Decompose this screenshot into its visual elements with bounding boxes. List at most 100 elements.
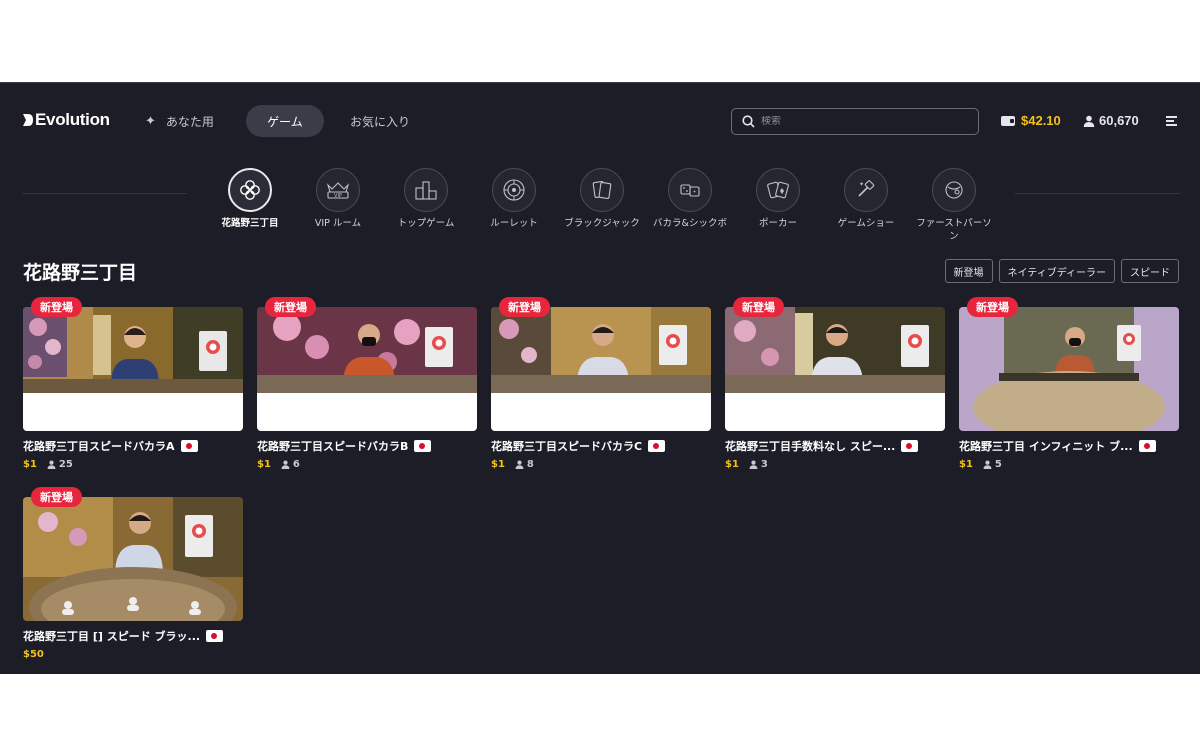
min-bet: $1 <box>23 459 37 470</box>
player-count-value: 25 <box>58 459 73 470</box>
japan-flag-icon <box>206 630 224 642</box>
first-person-icon <box>932 168 976 212</box>
game-thumbnail[interactable] <box>491 307 711 431</box>
game-thumbnail[interactable] <box>257 307 477 431</box>
category-label: バカラ&シックボ <box>653 218 727 229</box>
category-top-games[interactable]: トップゲーム <box>386 168 466 230</box>
evolution-logo[interactable]: Evolution <box>22 110 110 130</box>
category-label: 花路野三丁目 <box>221 218 279 229</box>
user-icon <box>749 460 758 469</box>
category-game-show[interactable]: ✦ ゲームショー <box>826 168 906 230</box>
poker-icon <box>756 168 800 212</box>
category-roulette[interactable]: ルーレット <box>474 168 554 230</box>
game-title: 花路野三丁目スピードバカラC <box>491 438 711 454</box>
game-title-text: 花路野三丁目スピードバカラC <box>491 440 643 453</box>
search-input[interactable] <box>761 116 961 127</box>
filter-native-dealer[interactable]: ネイティブディーラー <box>998 259 1115 283</box>
online-players: 60,670 <box>1083 113 1139 128</box>
user-icon <box>281 460 290 469</box>
search-icon <box>742 115 755 128</box>
player-count: 8 <box>515 459 534 470</box>
player-count: 5 <box>983 459 1002 470</box>
min-bet: $1 <box>959 459 973 470</box>
hanamichi-icon <box>228 168 272 212</box>
game-title: 花路野三丁目 [] スピード ブラッ... <box>23 628 243 644</box>
player-count: 6 <box>281 459 300 470</box>
app-window: Evolution ✦ あなた用 ゲーム お気に入り $42.10 <box>0 82 1200 674</box>
category-label: ファーストパーソン <box>916 218 992 242</box>
filter-speed[interactable]: スピード <box>1121 259 1179 283</box>
nav-for-you[interactable]: ✦ あなた用 <box>145 105 214 137</box>
sparkle-icon: ✦ <box>145 113 156 129</box>
category-label: ポーカー <box>758 218 797 229</box>
game-meta: $1 3 <box>725 459 945 470</box>
japan-flag-icon <box>414 440 432 452</box>
game-title-text: 花路野三丁目スピードバカラB <box>257 440 409 453</box>
player-count-value: 6 <box>292 459 300 470</box>
user-icon <box>1083 115 1095 127</box>
section-title: 花路野三丁目 <box>23 262 138 284</box>
category-first-person[interactable]: ファーストパーソン <box>914 168 994 243</box>
game-title: 花路野三丁目スピードバカラB <box>257 438 477 454</box>
category-label: VIP ルーム <box>314 218 362 229</box>
players-count: 60,670 <box>1099 113 1139 128</box>
svg-text:✦: ✦ <box>859 181 864 188</box>
game-tile-speed-blackjack[interactable]: 新登場 花路野三丁目 [] スピード ブラッ... $50 <box>23 487 243 660</box>
category-baccarat-sicbo[interactable]: バカラ&シックボ <box>650 168 730 230</box>
game-meta: $1 25 <box>23 459 243 470</box>
game-title: 花路野三丁目手数料なし スピー... <box>725 438 945 454</box>
nav-favorites[interactable]: お気に入り <box>350 105 410 137</box>
game-meta: $50 <box>23 649 243 660</box>
min-bet: $1 <box>725 459 739 470</box>
logo-mark-icon <box>23 114 33 126</box>
category-poker[interactable]: ポーカー <box>738 168 818 230</box>
game-title: 花路野三丁目スピードバカラA <box>23 438 243 454</box>
category-label: ゲームショー <box>837 218 895 229</box>
category-vip[interactable]: VIP VIP ルーム <box>298 168 378 230</box>
nav-games-label: ゲーム <box>267 114 303 129</box>
min-bet: $1 <box>257 459 271 470</box>
player-count-value: 3 <box>760 459 768 470</box>
wallet-icon <box>1001 115 1015 126</box>
user-icon <box>983 460 992 469</box>
nav-for-you-label: あなた用 <box>165 114 214 129</box>
game-thumbnail[interactable] <box>725 307 945 431</box>
game-tile-no-commission[interactable]: 新登場 花路野三丁目手数料なし スピー... $1 3 <box>725 297 945 470</box>
filter-new[interactable]: 新登場 <box>944 259 993 283</box>
category-label: ブラックジャック <box>564 218 640 229</box>
search-box[interactable] <box>731 108 979 135</box>
category-hanamichi[interactable]: 花路野三丁目 <box>210 168 290 230</box>
blackjack-icon <box>580 168 624 212</box>
game-tile-baccarat-c[interactable]: 新登場 花路野三丁目スピードバカラC $1 8 <box>491 297 711 470</box>
game-meta: $1 6 <box>257 459 477 470</box>
game-tile-baccarat-b[interactable]: 新登場 花路野三丁目スピードバカラB $1 6 <box>257 297 477 470</box>
game-tile-baccarat-a[interactable]: 新登場 花路野三丁目スピードバカラA $1 25 <box>23 297 243 470</box>
game-title-text: 花路野三丁目スピードバカラA <box>23 440 175 453</box>
game-show-icon: ✦ <box>844 168 888 212</box>
game-title: 花路野三丁目 インフィニット ブ... <box>959 438 1179 454</box>
japan-flag-icon <box>180 440 198 452</box>
game-title-text: 花路野三丁目手数料なし スピー... <box>725 440 896 453</box>
category-label: ルーレット <box>490 218 538 229</box>
user-icon <box>47 460 56 469</box>
category-blackjack[interactable]: ブラックジャック <box>562 168 642 230</box>
new-badge: 新登場 <box>31 297 82 317</box>
player-count: 25 <box>47 459 73 470</box>
category-divider-right <box>1015 193 1180 194</box>
menu-icon[interactable] <box>1166 116 1177 126</box>
nav-games[interactable]: ゲーム <box>246 105 324 137</box>
min-bet: $1 <box>491 459 505 470</box>
balance-display[interactable]: $42.10 <box>1001 113 1061 128</box>
game-tile-infinite-blackjack[interactable]: 新登場 花路野三丁目 インフィニット ブ... $1 5 <box>959 297 1179 470</box>
player-count-value: 5 <box>994 459 1002 470</box>
brand-name: Evolution <box>35 110 110 129</box>
game-thumbnail[interactable] <box>23 307 243 431</box>
top-bar: Evolution ✦ あなた用 ゲーム お気に入り $42.10 <box>0 83 1200 158</box>
category-label: トップゲーム <box>397 218 455 229</box>
min-bet: $50 <box>23 649 44 660</box>
game-thumbnail[interactable] <box>23 497 243 621</box>
baccarat-sicbo-icon <box>668 168 712 212</box>
japan-flag-icon <box>901 440 919 452</box>
new-badge: 新登場 <box>31 487 82 507</box>
game-thumbnail[interactable] <box>959 307 1179 431</box>
